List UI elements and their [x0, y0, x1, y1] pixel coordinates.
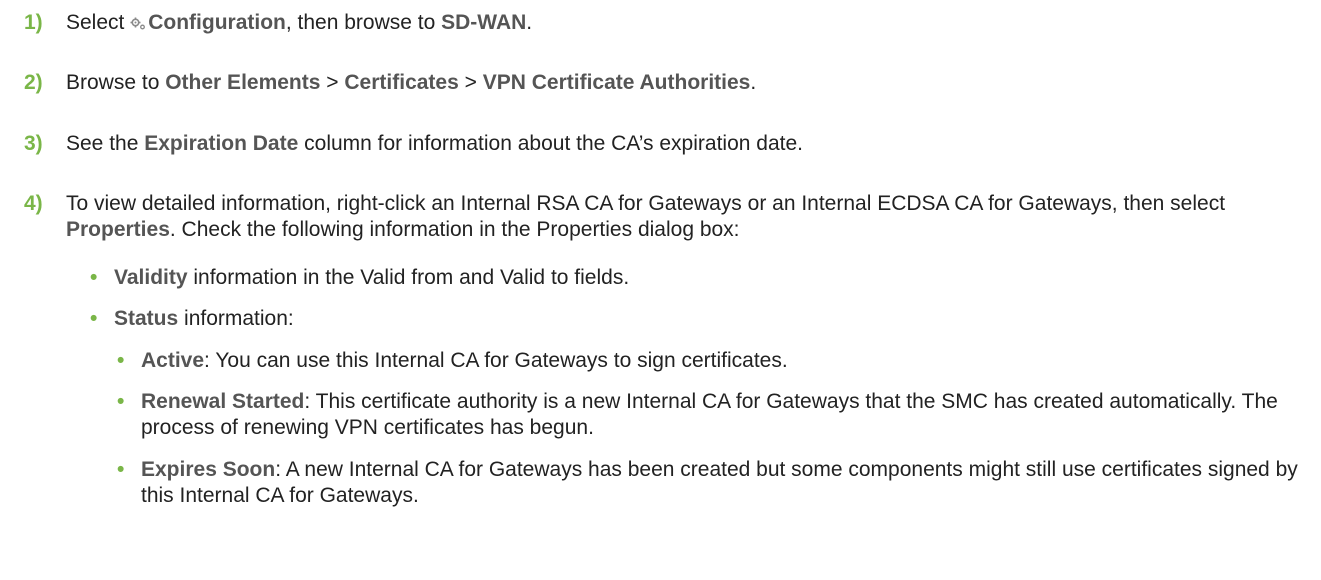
step-1: 1) Select Configuration, then browse to …: [24, 10, 1301, 36]
list-item-validity: • Validity information in the Valid from…: [90, 265, 1301, 291]
status-term: Status: [114, 307, 179, 330]
active-term: Active: [141, 349, 205, 372]
step-text: To view detailed information, right-clic…: [66, 191, 1301, 243]
step-text: Select Configuration, then browse to SD-…: [66, 10, 1301, 36]
step-2-browse-text: Browse to: [66, 71, 160, 94]
step-3: 3) See the Expiration Date column for in…: [24, 131, 1301, 157]
step-1-select-text: Select: [66, 11, 125, 34]
list-item-renewal-started: • Renewal Started: This certificate auth…: [117, 389, 1301, 441]
bullet-icon: •: [117, 390, 125, 413]
step-number: 1): [24, 11, 43, 34]
renewal-started-text: : This certificate authority is a new In…: [141, 390, 1278, 439]
step-4: 4) To view detailed information, right-c…: [24, 191, 1301, 243]
list-item-active: • Active: You can use this Internal CA f…: [117, 348, 1301, 374]
bullet-icon: •: [90, 307, 98, 330]
step-3-see-text: See the: [66, 132, 139, 155]
step-4-rest-text: . Check the following information in the…: [169, 218, 740, 241]
validity-text: information in the Valid from and Valid …: [193, 266, 630, 289]
step-3-rest-text: column for information about the CA’s ex…: [304, 132, 803, 155]
renewal-started-term: Renewal Started: [141, 390, 305, 413]
status-text: information:: [184, 307, 294, 330]
properties-term: Properties: [66, 218, 170, 241]
expires-soon-text: : A new Internal CA for Gateways has bee…: [141, 458, 1298, 507]
list-item-status: • Status information:: [90, 306, 1301, 332]
vpn-cas-term: VPN Certificate Authorities: [482, 71, 751, 94]
step-text: See the Expiration Date column for infor…: [66, 131, 1301, 157]
step-number: 2): [24, 71, 43, 94]
bullet-icon: •: [117, 458, 125, 481]
step-number: 3): [24, 132, 43, 155]
sdwan-term: SD-WAN: [441, 11, 527, 34]
step-2: 2) Browse to Other Elements > Certificat…: [24, 70, 1301, 96]
step-1-period: .: [526, 11, 533, 34]
step-1-browse-text: , then browse to: [285, 11, 436, 34]
configuration-term: Configuration: [148, 11, 286, 34]
certificates-term: Certificates: [344, 71, 459, 94]
step-number: 4): [24, 192, 43, 215]
gear-icon: [130, 17, 146, 30]
expiration-date-term: Expiration Date: [144, 132, 299, 155]
expires-soon-term: Expires Soon: [141, 458, 276, 481]
other-elements-term: Other Elements: [165, 71, 321, 94]
bullet-icon: •: [117, 349, 125, 372]
validity-term: Validity: [114, 266, 188, 289]
path-separator: >: [326, 71, 339, 94]
step-2-period: .: [750, 71, 757, 94]
path-separator: >: [464, 71, 477, 94]
step-4-intro-text: To view detailed information, right-clic…: [66, 192, 1226, 215]
bullet-icon: •: [90, 266, 98, 289]
active-text: : You can use this Internal CA for Gatew…: [204, 349, 788, 372]
step-text: Browse to Other Elements > Certificates …: [66, 70, 1301, 96]
list-item-expires-soon: • Expires Soon: A new Internal CA for Ga…: [117, 457, 1301, 509]
